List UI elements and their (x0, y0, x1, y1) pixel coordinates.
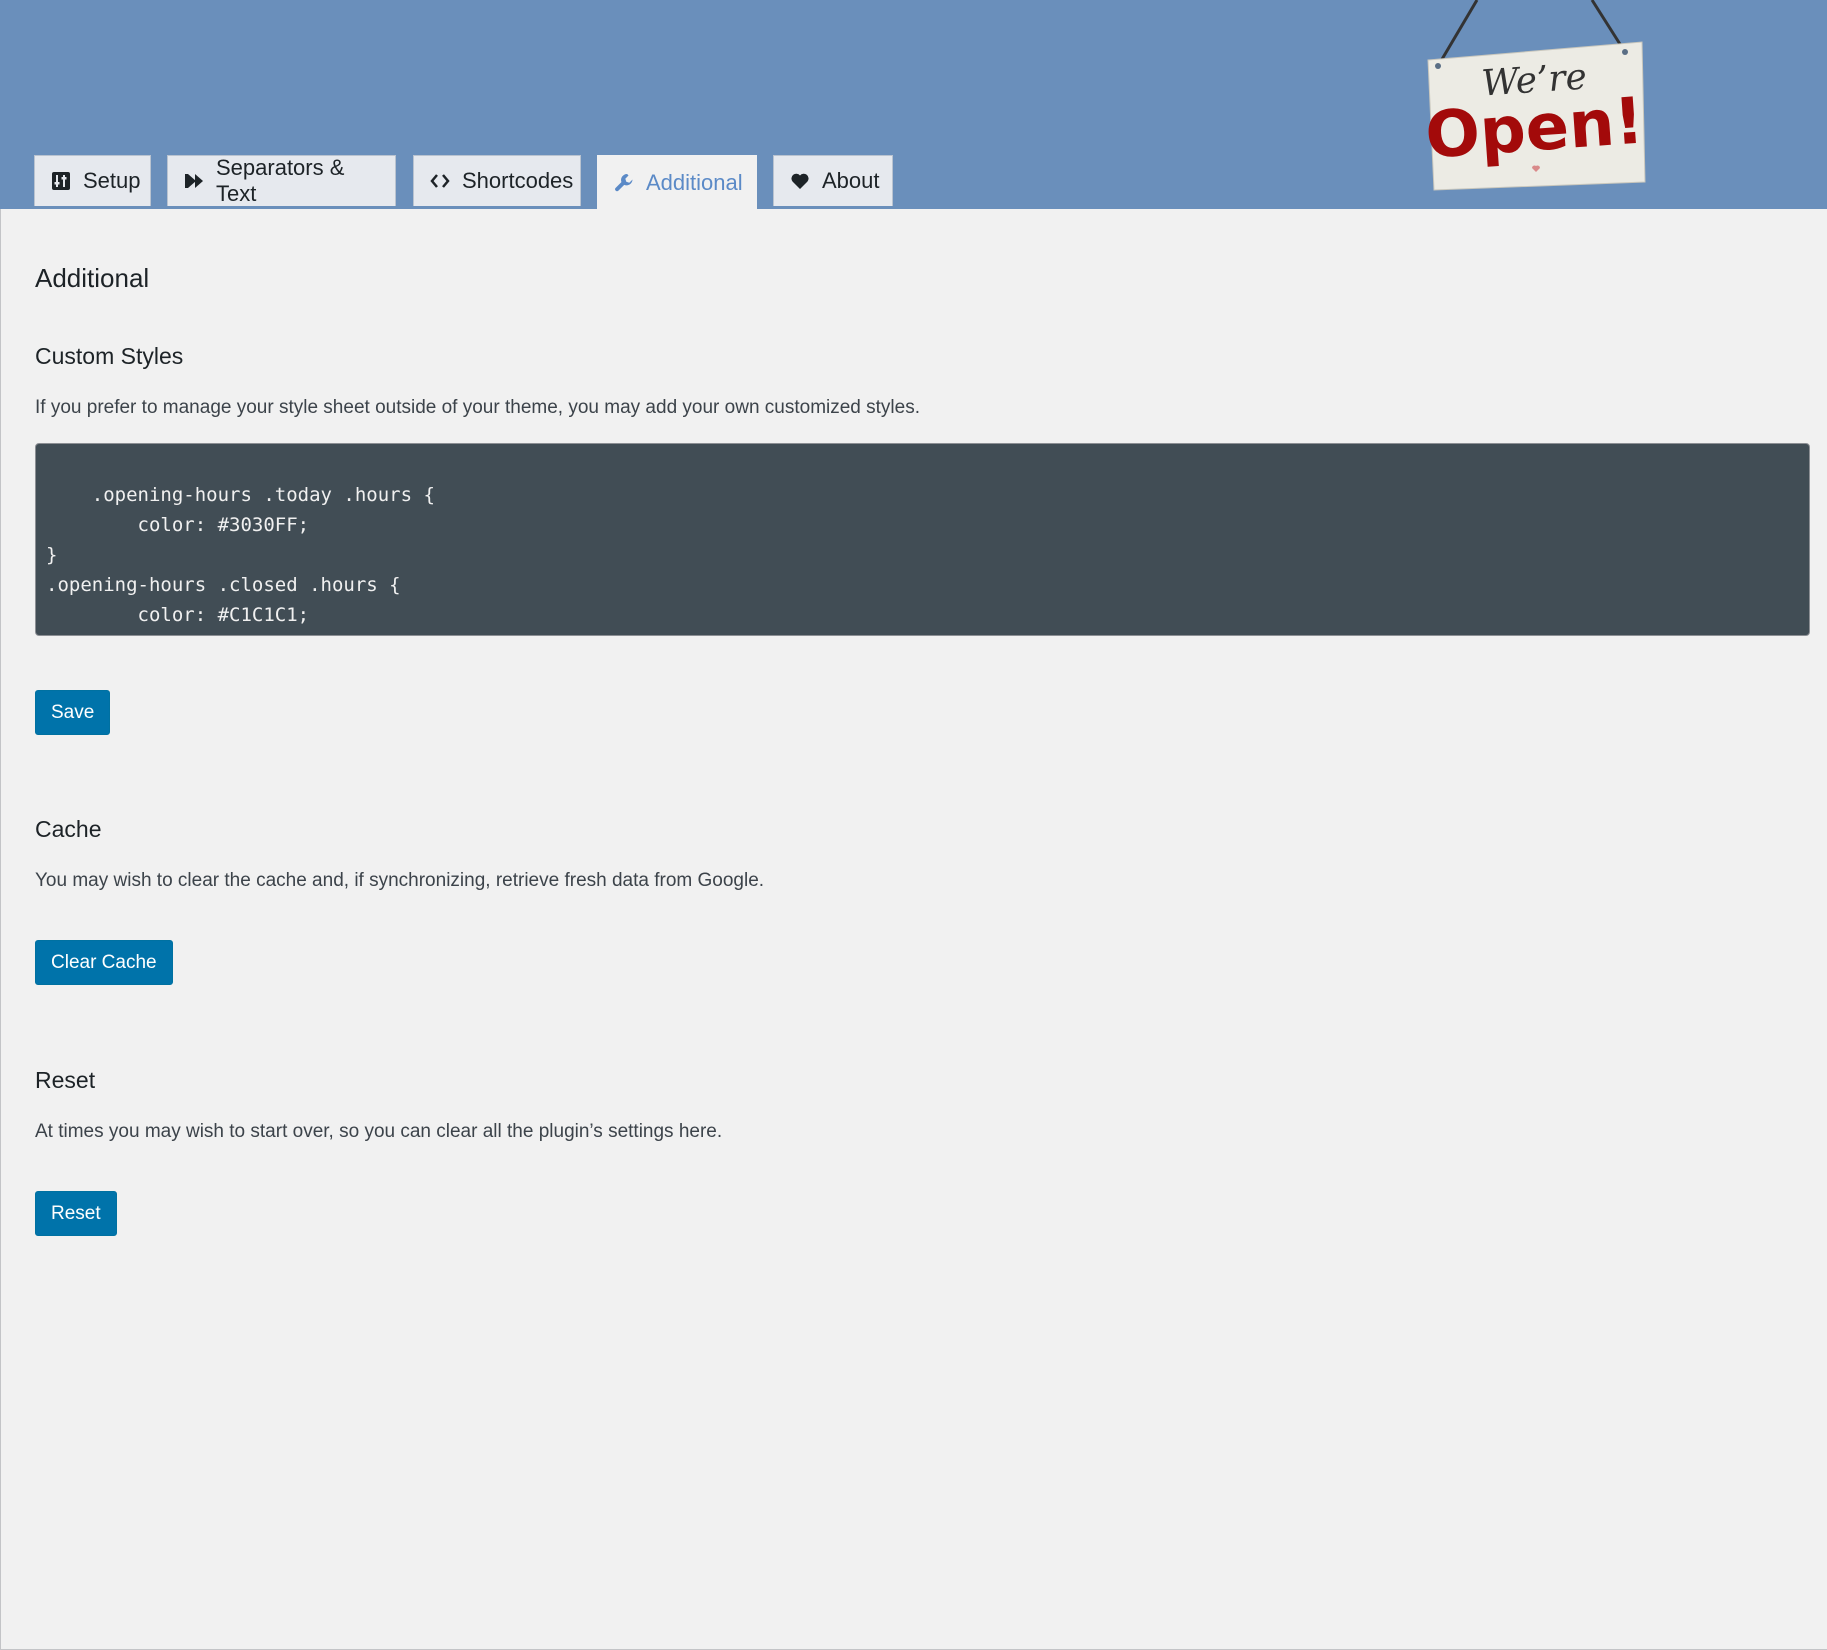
page-title: Additional (35, 263, 150, 293)
tab-setup[interactable]: Setup (34, 155, 151, 206)
tab-label: Shortcodes (462, 168, 574, 193)
heart-icon (790, 171, 810, 191)
tab-about[interactable]: About (773, 155, 893, 206)
save-button[interactable]: Save (35, 690, 111, 735)
main-content: Additional Custom Styles If you prefer t… (0, 209, 1827, 1650)
custom-styles-description: If you prefer to manage your style sheet… (35, 397, 921, 418)
tab-separators-text[interactable]: Separators & Text (167, 155, 396, 206)
cache-description: You may wish to clear the cache and, if … (35, 870, 765, 891)
custom-css-code: .opening-hours .today .hours { color: #3… (46, 484, 435, 635)
custom-css-textarea[interactable]: .opening-hours .today .hours { color: #3… (35, 443, 1810, 636)
svg-text:Open!: Open! (1423, 85, 1646, 174)
reset-heading: Reset (35, 1067, 96, 1093)
tab-additional[interactable]: Additional (597, 155, 757, 210)
tab-label: Additional (646, 170, 743, 195)
reset-button[interactable]: Reset (35, 1191, 117, 1236)
were-open-sign-logo: We’re Open! (1420, 0, 1670, 200)
tab-label: Setup (83, 168, 141, 193)
code-icon (430, 171, 450, 191)
wrench-icon (614, 173, 634, 193)
header-banner: Setup Separators & Text Shortcodes Addit… (0, 0, 1827, 210)
custom-styles-heading: Custom Styles (35, 343, 184, 369)
tab-shortcodes[interactable]: Shortcodes (413, 155, 581, 206)
reset-description: At times you may wish to start over, so … (35, 1121, 723, 1142)
tab-label: Separators & Text (216, 155, 345, 206)
sliders-icon (51, 171, 71, 191)
clear-cache-button[interactable]: Clear Cache (35, 940, 173, 985)
resize-handle-icon[interactable] (1796, 622, 1806, 632)
cache-heading: Cache (35, 816, 102, 842)
fast-forward-icon (184, 171, 204, 191)
tab-label: About (822, 168, 880, 193)
